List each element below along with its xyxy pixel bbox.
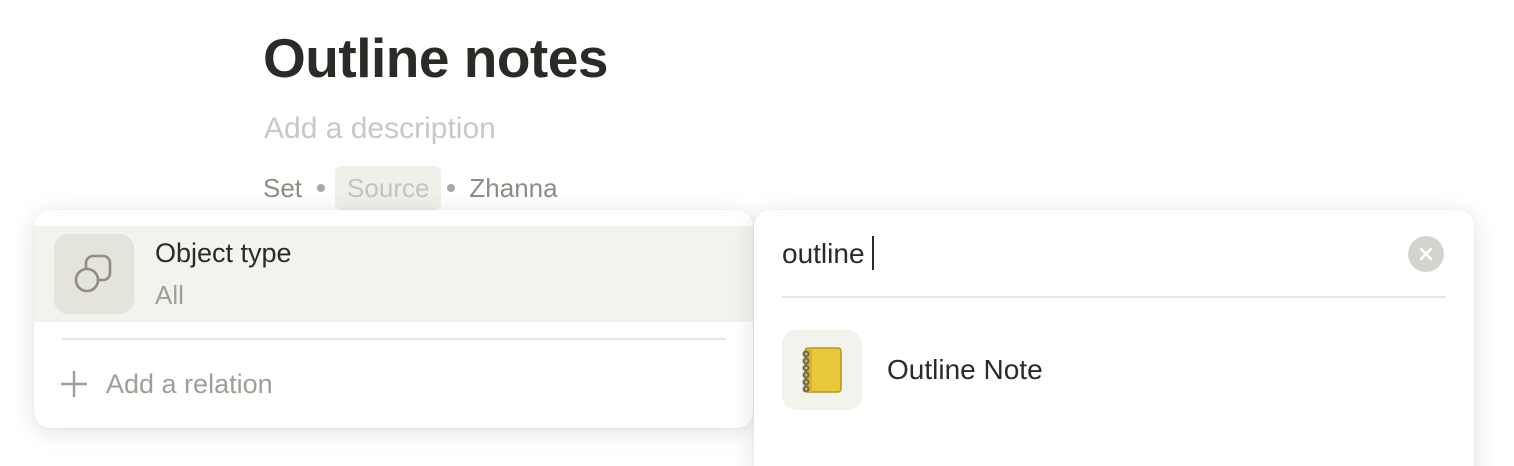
page: Outline notes Add a description Set Sour… — [0, 0, 1514, 466]
description-field[interactable]: Add a description — [264, 110, 496, 148]
divider — [62, 338, 726, 340]
featured-source[interactable]: Source — [335, 166, 442, 210]
add-relation-button[interactable]: Add a relation — [58, 362, 273, 406]
object-type-icon — [54, 234, 134, 314]
type-search-menu: Outline Note — [754, 210, 1474, 466]
separator-dot — [317, 184, 326, 192]
clear-icon[interactable] — [1408, 236, 1444, 272]
relation-text: Object type All — [155, 235, 292, 313]
add-relation-label: Add a relation — [106, 368, 273, 399]
featured-set[interactable]: Set — [263, 166, 302, 210]
notebook-icon — [782, 330, 862, 410]
text-caret — [872, 236, 874, 270]
relation-row-object-type[interactable]: Object type All — [34, 226, 753, 322]
separator-dot — [447, 184, 456, 192]
featured-relations: Set Source Zhanna — [263, 166, 558, 210]
featured-creator[interactable]: Zhanna — [469, 166, 557, 210]
relation-name: Object type — [155, 238, 292, 268]
relation-value: All — [155, 280, 184, 310]
page-title[interactable]: Outline notes — [263, 26, 608, 90]
search-result-label: Outline Note — [887, 354, 1043, 385]
search-result-item[interactable]: Outline Note — [782, 330, 1043, 410]
relation-menu: Object type All Add a relation — [34, 210, 753, 428]
divider — [782, 296, 1446, 298]
plus-icon — [58, 368, 90, 400]
